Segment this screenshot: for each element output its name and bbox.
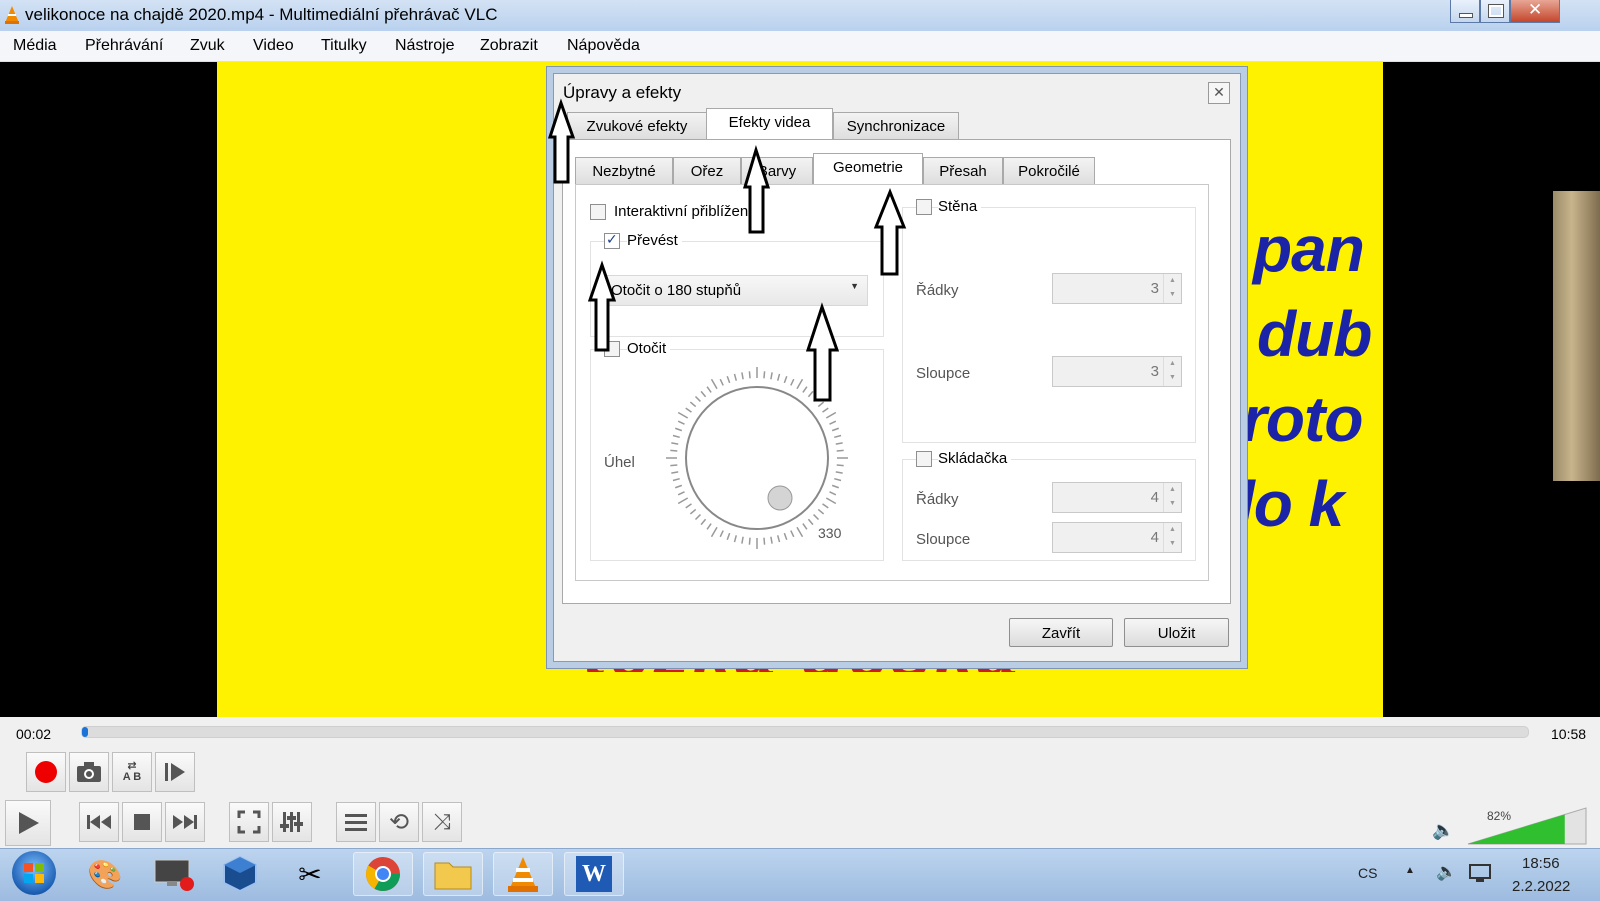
camera-icon — [77, 762, 101, 782]
playlist-icon — [345, 814, 367, 831]
record-button[interactable] — [26, 752, 66, 792]
skip-back-icon — [87, 815, 111, 829]
loop-ab-icon: ⇄ A B — [122, 760, 142, 783]
word-icon: W — [576, 856, 612, 892]
seek-progress — [82, 727, 88, 737]
show-hidden-icons-icon[interactable]: ▲ — [1405, 865, 1415, 876]
speaker-icon[interactable]: 🔈 — [1432, 820, 1454, 841]
play-button[interactable] — [5, 800, 51, 846]
shuffle-button[interactable]: ⤨ — [422, 802, 462, 842]
repeat-icon: ⟲ — [388, 808, 410, 836]
virtualbox-icon — [223, 855, 257, 893]
fullscreen-button[interactable] — [229, 802, 269, 842]
stop-icon — [134, 814, 150, 830]
arrow-up-icon — [805, 302, 840, 402]
screen-recorder-icon — [154, 859, 194, 891]
arrow-up-icon — [547, 98, 576, 184]
taskbar-vlc[interactable] — [493, 852, 553, 896]
arrow-up-icon — [587, 260, 617, 352]
taskbar-chrome[interactable] — [353, 852, 413, 896]
arrow-up-icon — [873, 187, 907, 276]
taskbar-screen-recorder[interactable] — [145, 852, 205, 896]
taskbar-word[interactable]: W — [564, 852, 624, 896]
frame-step-button[interactable] — [155, 752, 195, 792]
chrome-icon — [366, 857, 400, 891]
loop-ab-button[interactable]: ⇄ A B — [112, 752, 152, 792]
previous-button[interactable] — [79, 802, 119, 842]
frame-step-icon — [165, 763, 185, 781]
taskbar-explorer[interactable] — [423, 852, 483, 896]
fullscreen-icon — [237, 810, 261, 834]
total-time: 10:58 — [1551, 726, 1587, 742]
next-button[interactable] — [165, 802, 205, 842]
skip-forward-icon — [173, 815, 197, 829]
loop-button[interactable]: ⟲ — [379, 802, 419, 842]
clock-date[interactable]: 2.2.2022 — [1512, 878, 1570, 895]
taskbar-paint[interactable]: 🎨 — [75, 852, 135, 896]
windows-logo-icon — [24, 863, 44, 883]
elapsed-time: 00:02 — [16, 726, 52, 742]
shuffle-icon: ⤨ — [433, 809, 451, 834]
seek-bar[interactable] — [81, 726, 1529, 738]
volume-slider[interactable] — [1466, 806, 1590, 846]
paint-icon: 🎨 — [87, 858, 123, 890]
record-icon — [35, 761, 57, 783]
snapshot-button[interactable] — [69, 752, 109, 792]
clock-time[interactable]: 18:56 — [1522, 855, 1560, 872]
extended-settings-button[interactable] — [272, 802, 312, 842]
scissors-icon: ✂ — [298, 858, 322, 890]
play-icon — [19, 812, 39, 834]
volume-tray-icon[interactable]: 🔈 — [1436, 862, 1457, 882]
equalizer-icon — [280, 812, 303, 832]
taskbar-virtualbox[interactable] — [210, 852, 270, 896]
taskbar-snipping-tool[interactable]: ✂ — [280, 852, 340, 896]
folder-icon — [434, 862, 472, 890]
language-indicator[interactable]: CS — [1358, 865, 1377, 881]
vlc-cone-icon — [508, 857, 538, 892]
start-button[interactable] — [12, 851, 56, 895]
playlist-button[interactable] — [336, 802, 376, 842]
stop-button[interactable] — [122, 802, 162, 842]
arrow-up-icon — [742, 144, 771, 234]
network-icon[interactable] — [1468, 862, 1492, 884]
